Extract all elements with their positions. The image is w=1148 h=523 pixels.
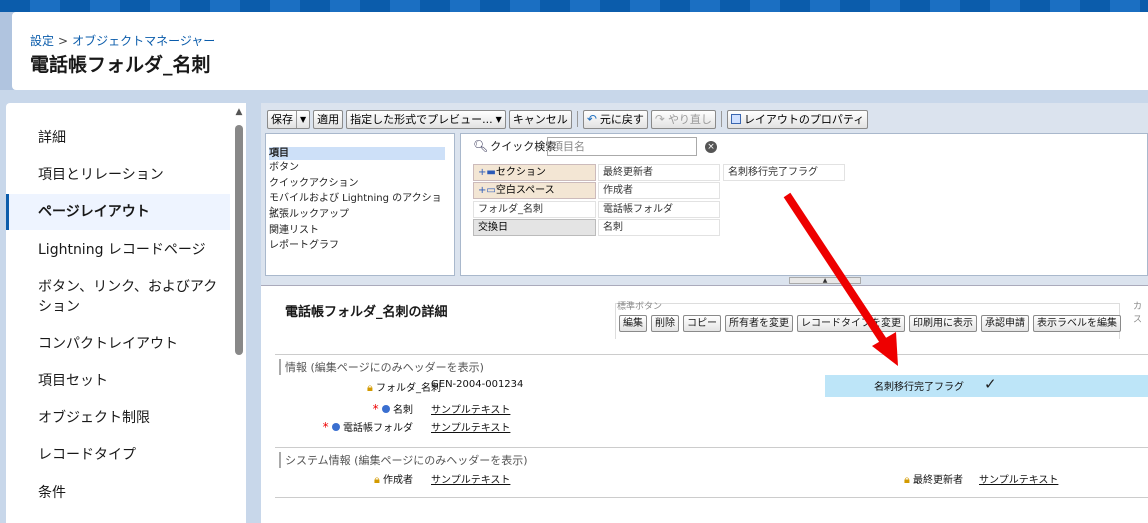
annotation-arrow-icon xyxy=(783,192,898,366)
